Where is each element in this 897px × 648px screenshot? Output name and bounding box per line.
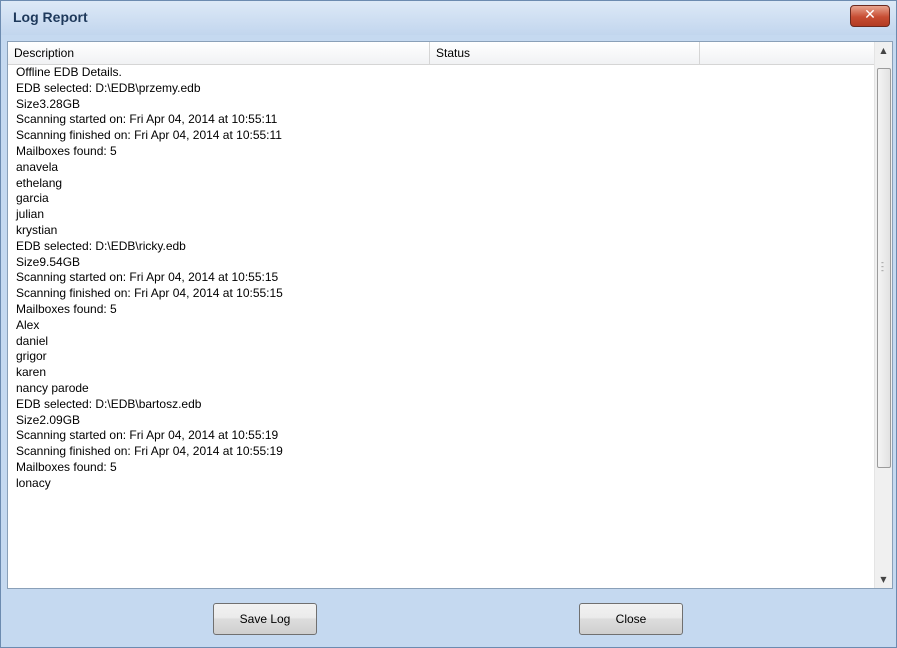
column-description[interactable]: Description (8, 42, 430, 64)
log-row[interactable]: Offline EDB Details. (8, 65, 874, 81)
log-report-window: Log Report ✕ Description Status Offline … (0, 0, 897, 648)
log-row[interactable]: garcia (8, 191, 874, 207)
save-log-button[interactable]: Save Log (213, 603, 317, 635)
log-row[interactable]: EDB selected: D:\EDB\ricky.edb (8, 239, 874, 255)
log-row[interactable]: Alex (8, 318, 874, 334)
log-row[interactable]: Mailboxes found: 5 (8, 460, 874, 476)
log-row[interactable]: Size3.28GB (8, 97, 874, 113)
column-status[interactable]: Status (430, 42, 700, 64)
vertical-scrollbar[interactable]: ▲ --- ▼ (874, 42, 892, 588)
log-row[interactable]: EDB selected: D:\EDB\bartosz.edb (8, 397, 874, 413)
log-row[interactable]: lonacy (8, 476, 874, 492)
log-row[interactable]: krystian (8, 223, 874, 239)
log-row[interactable]: EDB selected: D:\EDB\przemy.edb (8, 81, 874, 97)
button-bar: Save Log Close (1, 591, 896, 647)
log-row[interactable]: Size2.09GB (8, 413, 874, 429)
close-button[interactable]: Close (579, 603, 683, 635)
log-row[interactable]: nancy parode (8, 381, 874, 397)
log-row[interactable]: Mailboxes found: 5 (8, 144, 874, 160)
log-row[interactable]: Scanning started on: Fri Apr 04, 2014 at… (8, 112, 874, 128)
close-window-button[interactable]: ✕ (850, 5, 890, 27)
log-row[interactable]: Size9.54GB (8, 255, 874, 271)
scroll-down-arrow-icon[interactable]: ▼ (875, 571, 892, 588)
log-row[interactable]: Scanning started on: Fri Apr 04, 2014 at… (8, 270, 874, 286)
log-row[interactable]: Scanning started on: Fri Apr 04, 2014 at… (8, 428, 874, 444)
log-row[interactable]: ethelang (8, 176, 874, 192)
grip-icon: --- (881, 258, 884, 275)
log-row[interactable]: grigor (8, 349, 874, 365)
log-list-panel: Description Status Offline EDB Details. E… (7, 41, 893, 589)
close-icon: ✕ (864, 7, 876, 23)
log-row[interactable]: Scanning finished on: Fri Apr 04, 2014 a… (8, 286, 874, 302)
log-row[interactable]: anavela (8, 160, 874, 176)
scroll-up-arrow-icon[interactable]: ▲ (875, 42, 892, 59)
window-title: Log Report (13, 9, 88, 25)
log-row[interactable]: julian (8, 207, 874, 223)
log-row[interactable]: Scanning finished on: Fri Apr 04, 2014 a… (8, 444, 874, 460)
scrollbar-thumb[interactable]: --- (877, 68, 891, 468)
log-row[interactable]: Scanning finished on: Fri Apr 04, 2014 a… (8, 128, 874, 144)
log-row[interactable]: Mailboxes found: 5 (8, 302, 874, 318)
column-header: Description Status (8, 42, 874, 65)
column-empty[interactable] (700, 42, 874, 64)
title-bar[interactable]: Log Report ✕ (1, 1, 896, 35)
log-row[interactable]: karen (8, 365, 874, 381)
log-list[interactable]: Offline EDB Details. EDB selected: D:\EDB… (8, 65, 874, 588)
log-row[interactable]: daniel (8, 334, 874, 350)
